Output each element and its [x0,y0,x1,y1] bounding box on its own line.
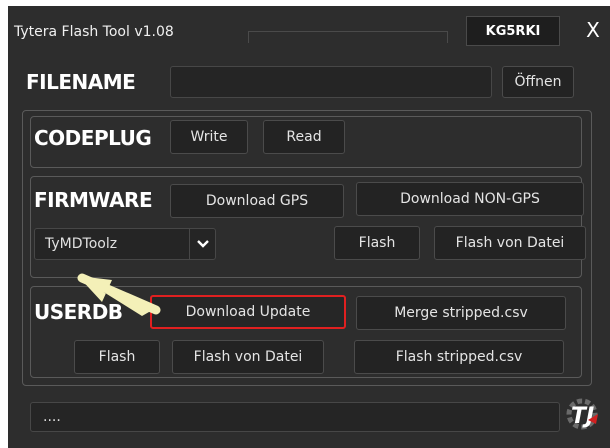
download-update-button[interactable]: Download Update [150,295,346,329]
title-divider [248,31,448,43]
callsign-button[interactable]: KG5RKI [466,16,560,46]
status-bar: .... [30,402,560,432]
tool-select[interactable]: TyMDToolz [34,228,216,260]
svg-text:TJ: TJ [571,404,594,429]
tyt-logo-icon: TJ [566,398,598,430]
status-text: .... [43,409,61,425]
open-button[interactable]: Öffnen [502,66,574,98]
flash-stripped-button[interactable]: Flash stripped.csv [354,340,564,374]
annotation-arrow-icon [77,273,161,316]
filename-input[interactable] [170,66,492,98]
userdb-flash-file-button[interactable]: Flash von Datei [172,340,324,374]
firmware-label: FIRMWARE [34,188,153,212]
chevron-down-icon[interactable] [189,229,216,259]
firmware-flash-button[interactable]: Flash [334,226,420,260]
write-button[interactable]: Write [170,120,248,154]
download-gps-button[interactable]: Download GPS [170,184,344,218]
window-title: Tytera Flash Tool v1.08 [14,24,174,40]
firmware-flash-file-button[interactable]: Flash von Datei [434,226,586,260]
tool-select-value: TyMDToolz [45,236,118,252]
merge-button[interactable]: Merge stripped.csv [356,296,566,330]
filename-label: FILENAME [26,70,136,94]
download-nongps-button[interactable]: Download NON-GPS [356,182,584,216]
read-button[interactable]: Read [263,120,345,154]
userdb-flash-button[interactable]: Flash [74,340,160,374]
app-window: Tytera Flash Tool v1.08 KG5RKI X FILENAM… [8,6,610,448]
codeplug-label: CODEPLUG [34,126,152,150]
close-button[interactable]: X [576,14,610,46]
